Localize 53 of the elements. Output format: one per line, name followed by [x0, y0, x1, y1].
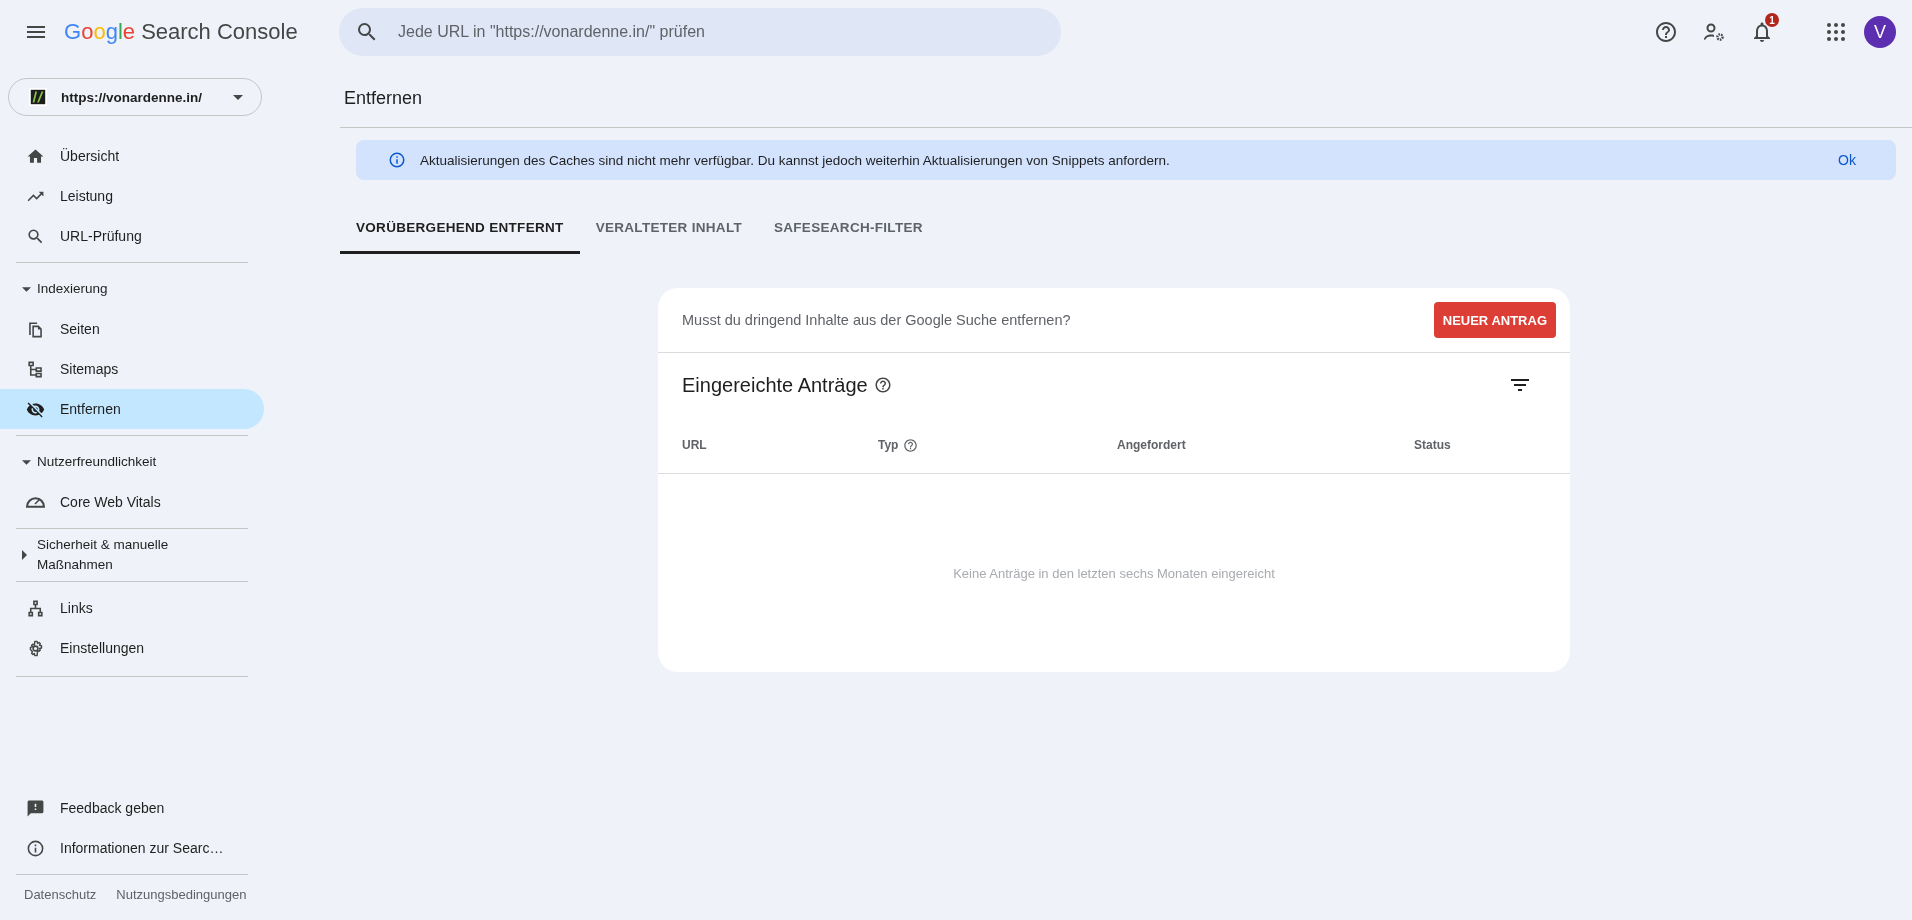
gauge-icon [26, 496, 45, 508]
eye-off-icon [26, 399, 45, 419]
notification-badge: 1 [1765, 13, 1779, 27]
sidebar-item[interactable]: Feedback geben [0, 788, 264, 828]
empty-message: Keine Anträge in den letzten sechs Monaten eingereicht [953, 565, 1275, 581]
caret-icon [22, 286, 31, 292]
section-header[interactable]: Nutzerfreundlichkeit [16, 442, 248, 482]
search-field[interactable]: Jede URL in "https://vonardenne.in/" prüfen [339, 8, 1061, 56]
caret-icon [22, 459, 31, 465]
caret-icon [22, 550, 27, 560]
sidebar-item[interactable]: Links [0, 588, 264, 628]
search-icon [26, 226, 45, 246]
tab[interactable]: SAFESEARCH-FILTER [757, 204, 939, 254]
info-icon [388, 151, 406, 169]
info-icon [26, 838, 45, 858]
sidebar-item[interactable]: Informationen zur Searc… [0, 828, 264, 868]
help-icon[interactable] [1654, 20, 1678, 44]
logo[interactable]: Google Search Console [64, 19, 298, 45]
pages-icon [26, 319, 45, 339]
section-header[interactable]: Indexierung [16, 269, 248, 309]
sidebar-item[interactable]: Übersicht [0, 136, 264, 176]
hierarchy-icon [26, 598, 45, 618]
banner-message: Aktualisierungen des Caches sind nicht mehr verfügbar. Du kannst jedoch weiterhin Aktualisierungen von Snippets anfordern. [420, 152, 1170, 168]
sidebar-item[interactable]: URL-Prüfung [0, 216, 264, 256]
sitemap-icon [26, 359, 45, 379]
help-icon[interactable] [903, 437, 919, 453]
section-header[interactable]: Sicherheit & manuelle Maßnahmen [16, 535, 248, 575]
sidebar-item[interactable]: Sitemaps [0, 349, 264, 389]
help-icon[interactable] [873, 376, 892, 394]
apps-icon[interactable] [1824, 20, 1848, 44]
sidebar-item[interactable]: Entfernen [0, 389, 264, 429]
feedback-icon [26, 798, 45, 818]
site-favicon [29, 88, 47, 106]
page-title: Entfernen [340, 64, 1912, 128]
ok-link[interactable]: Ok [1838, 152, 1856, 168]
column-header[interactable]: Status [1414, 438, 1451, 452]
column-header[interactable]: Angefordert [1117, 438, 1186, 452]
table-title: Eingereichte Anträge [682, 373, 868, 397]
avatar[interactable]: V [1864, 16, 1896, 48]
prompt-text: Musst du dringend Inhalte aus der Google Suche entfernen? [682, 312, 1071, 328]
sidebar-item[interactable]: Seiten [0, 309, 264, 349]
footer-link[interactable]: Datenschutz [24, 887, 97, 902]
tab[interactable]: VERALTETER INHALT [579, 204, 758, 254]
tab[interactable]: VORÜBERGEHEND ENTFERNT [340, 204, 580, 254]
footer-link[interactable]: Nutzungsbedingungen [116, 887, 247, 902]
dropdown-icon [233, 94, 243, 100]
sidebar-item[interactable]: Core Web Vitals [0, 482, 264, 522]
sidebar-item[interactable]: Leistung [0, 176, 264, 216]
column-header[interactable]: Typ [878, 438, 899, 452]
home-icon [26, 146, 45, 166]
sidebar-item[interactable]: Einstellungen [0, 628, 264, 668]
column-header[interactable]: URL [682, 438, 707, 452]
new-request-button[interactable]: NEUER ANTRAG [1433, 302, 1556, 338]
